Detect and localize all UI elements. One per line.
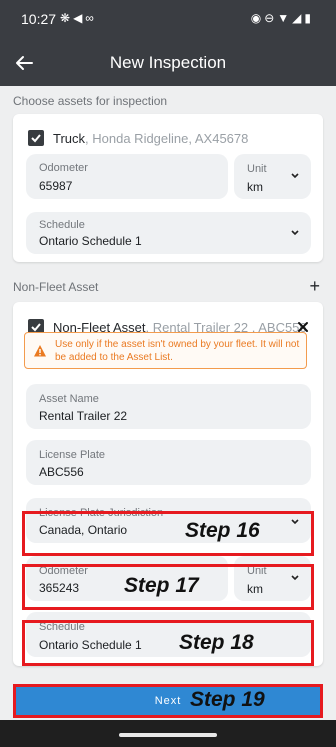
page-title: New Inspection bbox=[109, 53, 227, 72]
voicemail-icon: ∞ bbox=[85, 11, 97, 25]
system-nav-bar bbox=[0, 720, 336, 747]
chevron-down-icon bbox=[291, 173, 299, 179]
truck-asset-name: Truck bbox=[53, 131, 86, 146]
checkmark-icon bbox=[31, 134, 41, 143]
navigation-icon: ◀ bbox=[73, 11, 86, 25]
step-19-label: Step 19 bbox=[190, 688, 265, 711]
step-16-label: Step 16 bbox=[185, 519, 260, 542]
add-non-fleet-asset-button[interactable]: + bbox=[309, 277, 320, 295]
wifi-icon: ▼ bbox=[277, 11, 293, 25]
step-18-highlight bbox=[22, 620, 314, 666]
location-icon: ◉ bbox=[250, 11, 265, 25]
step-17-label: Step 17 bbox=[124, 574, 199, 597]
assets-section-label: Choose assets for inspection bbox=[13, 94, 168, 108]
fan-icon: ❋ bbox=[60, 11, 74, 25]
step-16-highlight bbox=[22, 511, 314, 556]
truck-odometer-label: Odometer bbox=[39, 162, 88, 174]
status-bar: 10:27 ❋◀∞ ◉⊖▼◢▮ bbox=[0, 0, 336, 40]
truck-asset-title: Truck, Honda Ridgeline, AX45678 bbox=[53, 131, 248, 146]
status-right-icons: ◉⊖▼◢▮ bbox=[251, 11, 314, 25]
signal-icon: ◢ bbox=[292, 11, 305, 25]
chevron-down-icon bbox=[291, 230, 299, 236]
warning-icon bbox=[34, 345, 46, 357]
non-fleet-section-label: Non-Fleet Asset bbox=[13, 280, 99, 294]
truck-unit-label: Unit bbox=[247, 163, 267, 175]
battery-icon: ▮ bbox=[304, 11, 314, 25]
license-plate-field[interactable]: License Plate ABC556 bbox=[26, 440, 311, 485]
app-bar: New Inspection bbox=[0, 40, 336, 86]
truck-schedule-value: Ontario Schedule 1 bbox=[39, 234, 142, 248]
asset-name-field[interactable]: Asset Name Rental Trailer 22 bbox=[26, 384, 311, 429]
truck-asset-details: , Honda Ridgeline, AX45678 bbox=[85, 131, 249, 146]
home-gesture-handle[interactable] bbox=[119, 733, 217, 737]
step-18-label: Step 18 bbox=[179, 631, 254, 654]
truck-asset-card: Truck, Honda Ridgeline, AX45678 Odometer… bbox=[13, 114, 323, 262]
do-not-disturb-icon: ⊖ bbox=[264, 11, 278, 25]
warning-text: Use only if the asset isn't owned by you… bbox=[55, 339, 300, 363]
step-19-highlight bbox=[13, 684, 323, 718]
truck-unit-value: km bbox=[247, 180, 263, 194]
truck-schedule-select[interactable]: Schedule Ontario Schedule 1 bbox=[26, 212, 311, 254]
truck-schedule-label: Schedule bbox=[39, 219, 85, 231]
asset-name-value: Rental Trailer 22 bbox=[39, 409, 128, 423]
non-fleet-asset-card: Non-Fleet Asset, Rental Trailer 22 , ABC… bbox=[13, 302, 323, 666]
truck-checkbox[interactable] bbox=[28, 130, 44, 146]
non-fleet-warning: Use only if the asset isn't owned by you… bbox=[24, 332, 307, 369]
truck-unit-select[interactable]: Unit km bbox=[234, 154, 311, 199]
status-left-icons: ❋◀∞ bbox=[60, 11, 97, 25]
license-plate-value: ABC556 bbox=[39, 465, 84, 479]
truck-odometer-value: 65987 bbox=[39, 179, 73, 193]
license-plate-label: License Plate bbox=[39, 449, 106, 461]
status-time: 10:27 bbox=[21, 11, 57, 27]
asset-name-label: Asset Name bbox=[39, 393, 99, 405]
truck-odometer-field[interactable]: Odometer 65987 bbox=[26, 154, 228, 199]
